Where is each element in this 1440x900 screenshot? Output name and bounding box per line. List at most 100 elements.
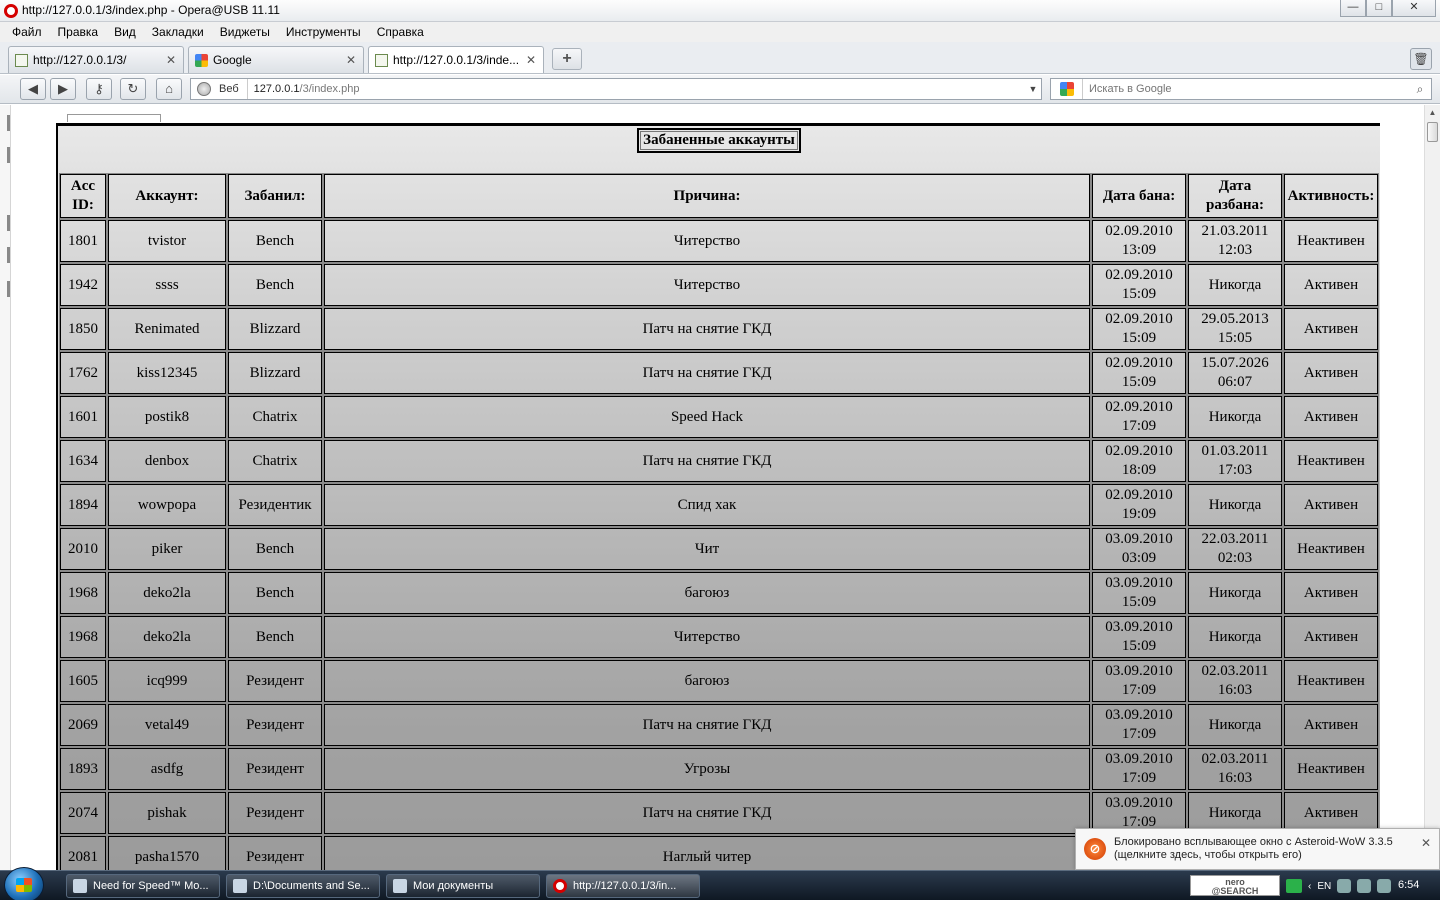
menu-tools[interactable]: Инструменты [278, 25, 369, 39]
cell-unban-date: 02.03.2011 16:03 [1187, 659, 1283, 703]
taskbar-item-label: Мои документы [413, 880, 494, 892]
cell-banned-by: Bench [227, 219, 323, 263]
cell-ban-date: 02.09.2010 13:09 [1091, 219, 1187, 263]
go-arrow-icon[interactable] [1286, 879, 1302, 893]
address-bar[interactable]: Веб 127.0.0.1/3/index.php ▼ [190, 78, 1042, 100]
window-title: http://127.0.0.1/3/index.php - Opera@USB… [22, 3, 280, 17]
chevron-down-icon[interactable]: ▼ [1025, 84, 1041, 94]
key-icon[interactable]: ⚷ [86, 78, 112, 100]
cell-acc-id: 1893 [59, 747, 107, 791]
cell-banned-by: Резидент [227, 835, 323, 870]
cell-banned-by: Bench [227, 527, 323, 571]
cell-unban-date: 02.03.2011 16:03 [1187, 747, 1283, 791]
close-window-button[interactable]: ✕ [1392, 0, 1436, 17]
nero-logo-sub: @SEARCH [1211, 886, 1259, 896]
vertical-scrollbar[interactable]: ▲ [1424, 105, 1440, 870]
cell-banned-by: Blizzard [227, 307, 323, 351]
back-button[interactable]: ◀ [20, 78, 46, 100]
date-value: Никогда [1208, 804, 1262, 821]
tab-close-icon[interactable]: ✕ [345, 53, 357, 67]
time-value: 16:03 [1217, 770, 1253, 786]
search-engine-selector[interactable] [1051, 79, 1083, 99]
menu-file[interactable]: Файл [4, 25, 50, 39]
google-icon [195, 53, 208, 67]
chevron-left-icon[interactable]: ‹ [1308, 881, 1311, 892]
column-header-banned-by: Забанил: [227, 173, 323, 219]
nero-search-box[interactable]: nero @SEARCH [1190, 875, 1280, 896]
menu-edit[interactable]: Правка [50, 25, 107, 39]
time-value: 15:09 [1121, 374, 1157, 390]
cell-status: Активен [1283, 571, 1379, 615]
date-value: 03.09.2010 [1105, 575, 1173, 591]
reload-button[interactable]: ↻ [120, 78, 146, 100]
cell-unban-date: Никогда [1187, 395, 1283, 439]
table-row: 1894 wowpopa Резидентик Спид хак 02.09.2010 1… [59, 483, 1379, 527]
globe-icon [197, 82, 211, 96]
menu-widgets[interactable]: Виджеты [212, 25, 278, 39]
cell-account: icq999 [107, 659, 227, 703]
search-icon[interactable]: ⌕ [1409, 82, 1431, 97]
trash-icon[interactable]: 🗑 [1410, 48, 1432, 70]
page-icon [15, 53, 28, 67]
start-button[interactable] [4, 867, 44, 900]
tray-app-icon[interactable] [1377, 879, 1392, 893]
cell-acc-id: 1968 [59, 571, 107, 615]
cell-account: asdfg [107, 747, 227, 791]
address-url[interactable]: 127.0.0.1/3/index.php [248, 83, 1025, 95]
forward-button[interactable]: ▶ [50, 78, 76, 100]
tab-close-icon[interactable]: ✕ [165, 53, 177, 67]
date-value: 03.09.2010 [1105, 751, 1173, 767]
language-indicator[interactable]: EN [1317, 881, 1331, 892]
cell-acc-id: 1634 [59, 439, 107, 483]
network-icon[interactable] [1337, 879, 1352, 893]
cell-banned-by: Blizzard [227, 351, 323, 395]
cell-banned-by: Резидент [227, 747, 323, 791]
date-value: 02.09.2010 [1105, 443, 1173, 459]
taskbar-item-opera[interactable]: http://127.0.0.1/3/in... [546, 874, 700, 898]
menu-view[interactable]: Вид [106, 25, 144, 39]
popup-message[interactable]: Блокировано всплывающее окно с Asteroid-… [1114, 836, 1393, 862]
search-box: ⌕ [1050, 78, 1432, 100]
date-value: 03.09.2010 [1105, 619, 1173, 635]
minimize-button[interactable]: — [1340, 0, 1366, 17]
tab-index-php[interactable]: http://127.0.0.1/3/inde... ✕ [368, 46, 544, 73]
menu-help[interactable]: Справка [369, 25, 432, 39]
cell-acc-id: 1850 [59, 307, 107, 351]
close-icon[interactable]: ✕ [1421, 836, 1431, 850]
tab-label: Google [213, 53, 252, 67]
cell-unban-date: 21.03.2011 12:03 [1187, 219, 1283, 263]
search-input[interactable] [1083, 83, 1409, 95]
scrollbar-thumb[interactable] [1427, 122, 1438, 142]
address-scope[interactable]: Веб [215, 79, 248, 99]
volume-icon[interactable] [1357, 879, 1372, 893]
windows-taskbar: Need for Speed™ Mo... D:\Documents and S… [0, 867, 1440, 900]
cell-banned-by: Chatrix [227, 395, 323, 439]
popup-blocked-notification[interactable]: ⊘ Блокировано всплывающее окно с Asteroi… [1075, 828, 1440, 870]
clock[interactable]: 6:54 [1398, 879, 1419, 891]
cell-acc-id: 2010 [59, 527, 107, 571]
taskbar-item-documents-settings[interactable]: D:\Documents and Se... [226, 874, 380, 898]
taskbar-item-nfs[interactable]: Need for Speed™ Mo... [66, 874, 220, 898]
cell-unban-date: 22.03.2011 02:03 [1187, 527, 1283, 571]
time-value: 17:09 [1121, 418, 1157, 434]
tab-localhost-root[interactable]: http://127.0.0.1/3/ ✕ [8, 46, 184, 73]
column-header-acc-id: Acc ID: [59, 173, 107, 219]
clipped-input[interactable] [67, 114, 161, 122]
maximize-button[interactable]: □ [1366, 0, 1392, 17]
system-tray: ‹ EN [1286, 875, 1392, 897]
cell-reason: Патч на снятие ГКД [323, 703, 1091, 747]
tab-close-icon[interactable]: ✕ [525, 53, 537, 67]
date-value: 02.09.2010 [1105, 223, 1173, 239]
menu-bookmarks[interactable]: Закладки [144, 25, 212, 39]
home-button[interactable]: ⌂ [156, 78, 182, 100]
date-value: 21.03.2011 [1201, 223, 1269, 239]
cell-account: postik8 [107, 395, 227, 439]
page-icon [375, 53, 388, 67]
cell-reason: Спид хак [323, 483, 1091, 527]
new-tab-button[interactable]: + [552, 48, 582, 70]
cell-acc-id: 2074 [59, 791, 107, 835]
taskbar-item-my-documents[interactable]: Мои документы [386, 874, 540, 898]
time-value: 15:09 [1121, 594, 1157, 610]
tab-google[interactable]: Google ✕ [188, 46, 364, 73]
scroll-up-icon[interactable]: ▲ [1425, 105, 1440, 120]
